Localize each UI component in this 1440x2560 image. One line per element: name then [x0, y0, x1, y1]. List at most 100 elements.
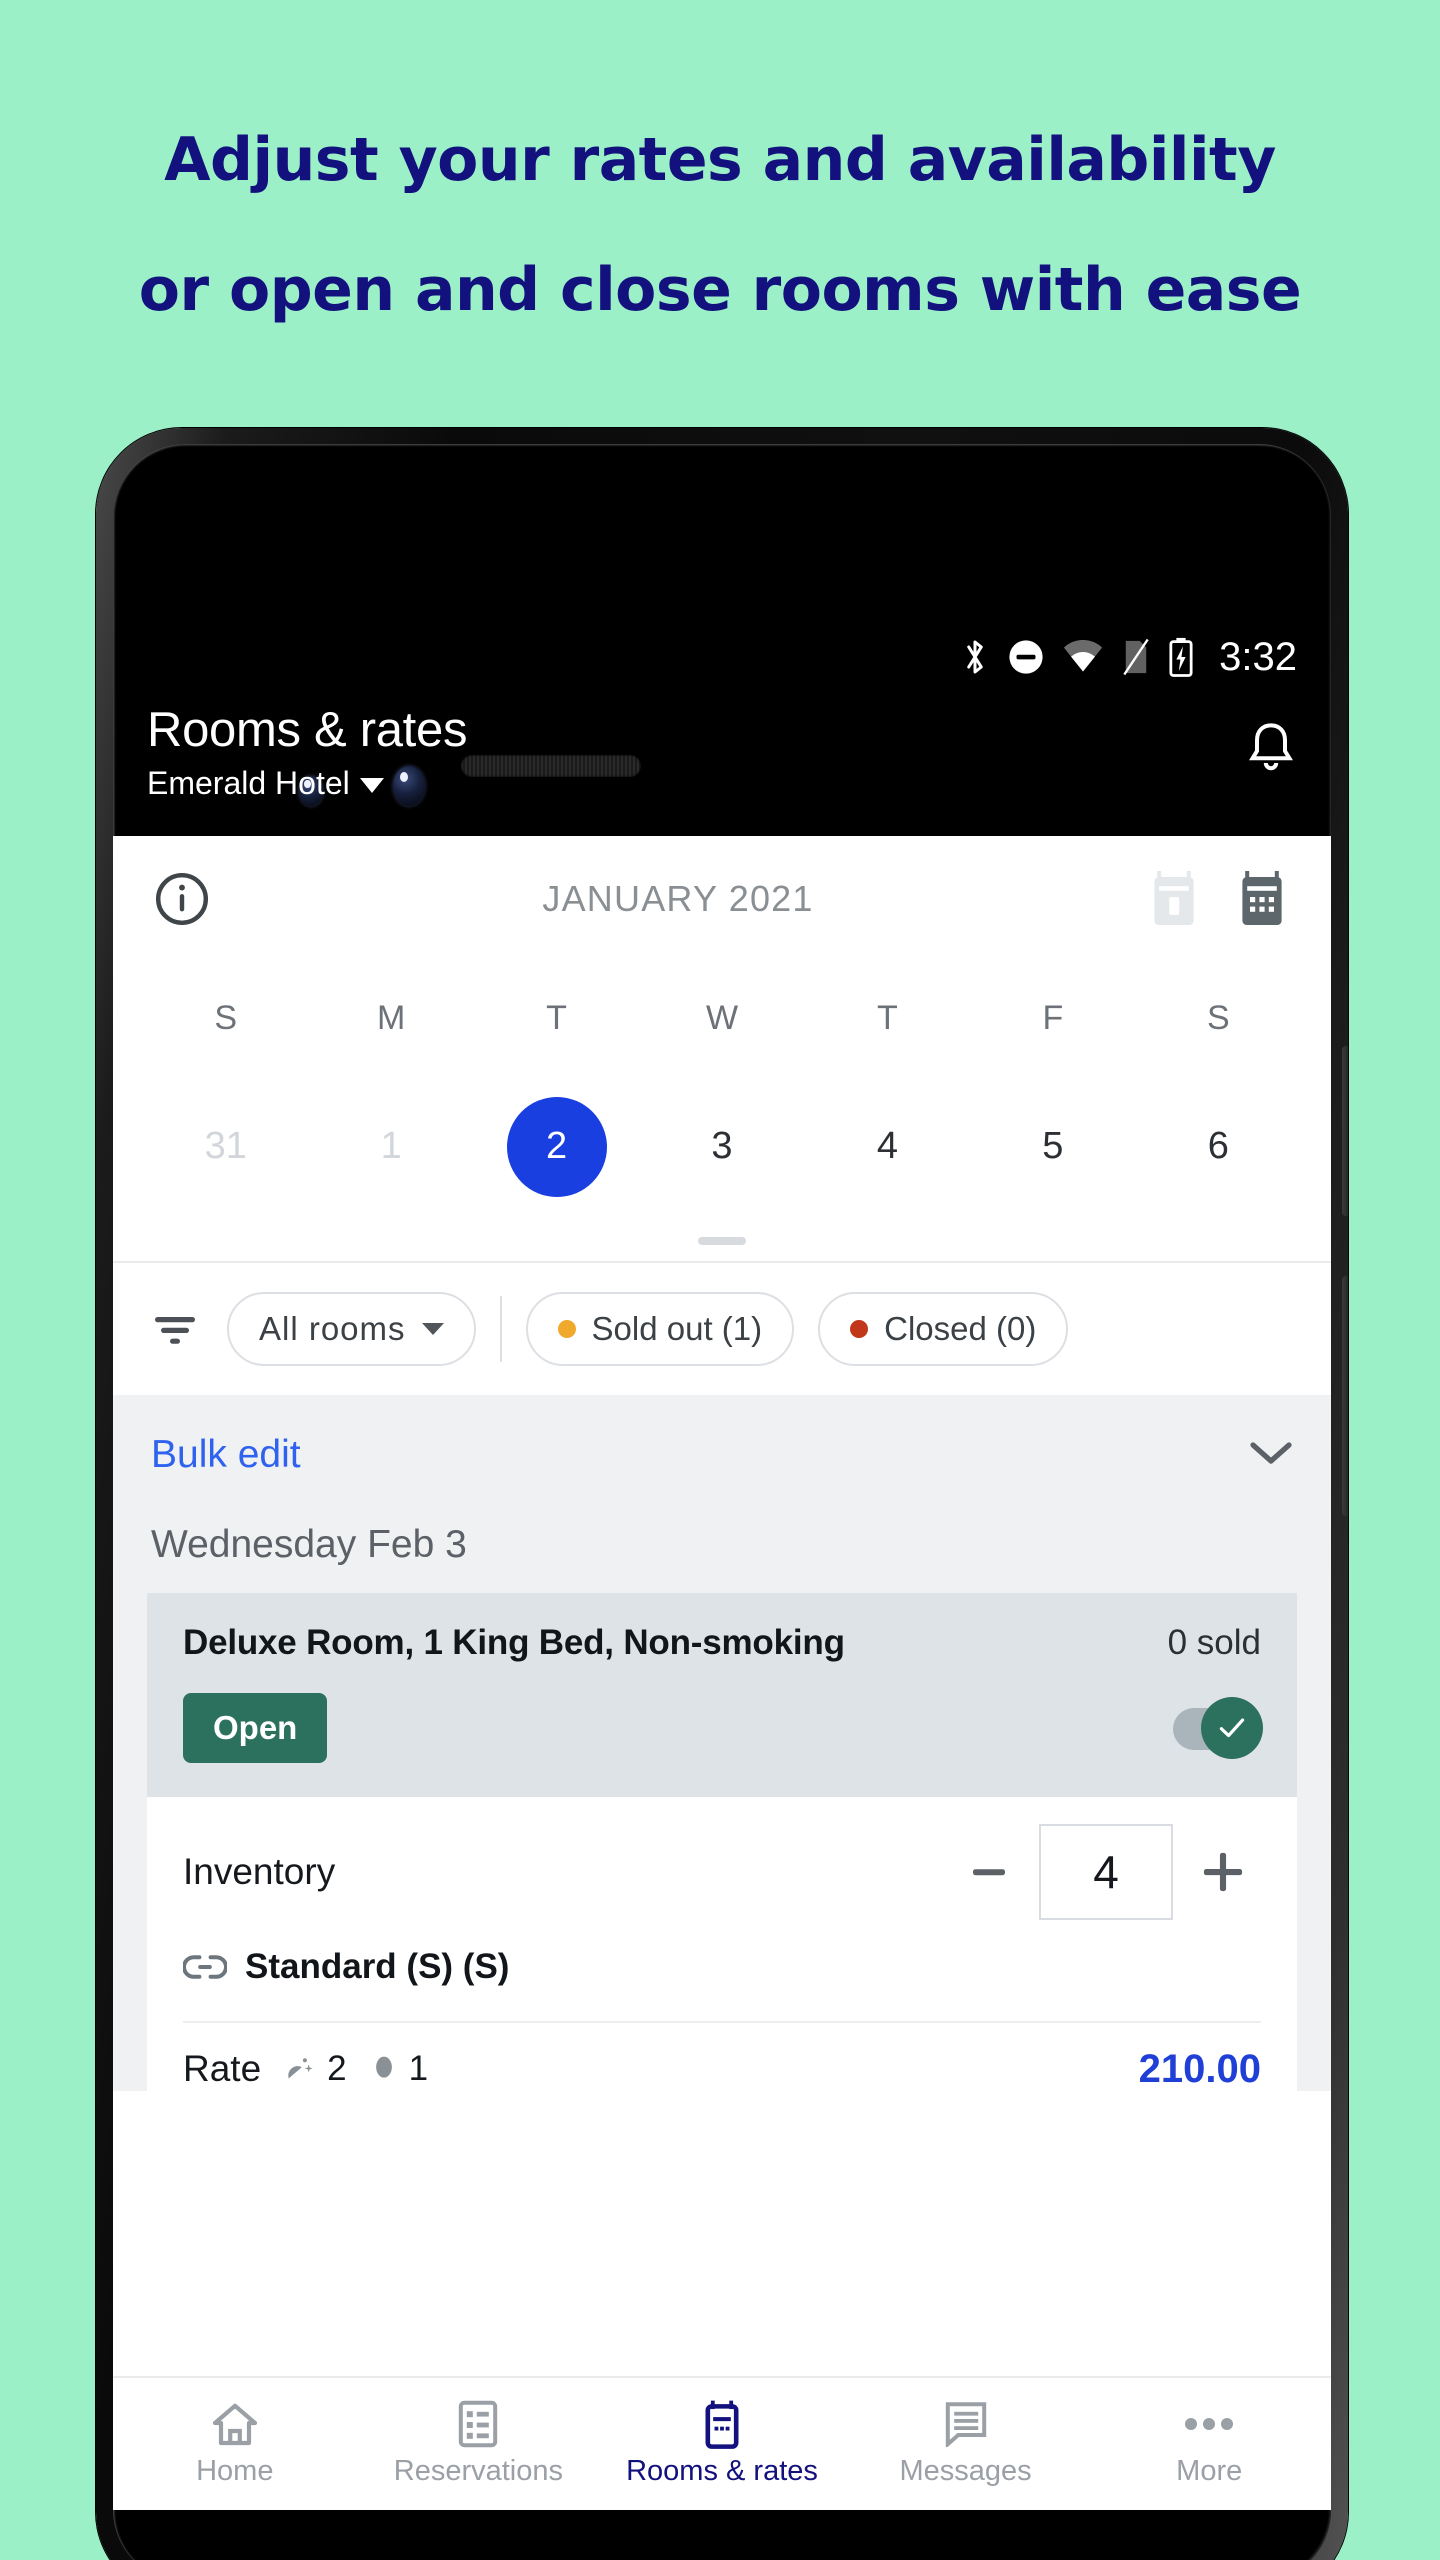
- system-gesture-bar: [113, 2510, 1331, 2560]
- calendar-header: JANUARY 2021: [113, 836, 1331, 962]
- weekday-label: F: [1042, 998, 1064, 1037]
- inventory-value[interactable]: 4: [1039, 1824, 1173, 1920]
- rate-price: 210.00: [1138, 2046, 1261, 2091]
- nav-item-messages[interactable]: Messages: [844, 2401, 1088, 2488]
- room-open-toggle[interactable]: [1157, 1697, 1263, 1759]
- sold-out-filter-chip[interactable]: Sold out (1): [525, 1292, 795, 1366]
- rate-plan-row[interactable]: Standard (S) (S): [183, 1947, 1261, 2021]
- notifications-button[interactable]: [1245, 721, 1297, 782]
- calendar-day-cell[interactable]: 3: [639, 1125, 804, 1168]
- calendar-day-cell-selected[interactable]: 2: [474, 1096, 639, 1197]
- wifi-icon: [1062, 640, 1104, 674]
- room-detail-panel: Inventory 4 Standard (S) (S) Rate 2 1 21…: [147, 1797, 1297, 2091]
- all-rooms-label: All rooms: [259, 1310, 406, 1347]
- all-rooms-filter-chip[interactable]: All rooms: [227, 1292, 476, 1366]
- calendar-info-button[interactable]: [151, 871, 213, 927]
- no-sim-icon: [1121, 638, 1151, 676]
- nav-label-rooms-rates: Rooms & rates: [626, 2454, 818, 2487]
- rate-children-count: 1: [408, 2049, 429, 2088]
- bottom-navigation-bar: Home Reservations Rooms & rates Messages…: [113, 2376, 1331, 2510]
- rate-row-label: Rate: [183, 2048, 262, 2089]
- nav-label-messages: Messages: [899, 2454, 1032, 2487]
- calendar-day-cell[interactable]: 31: [143, 1125, 308, 1168]
- calendar-month-label: JANUARY 2021: [542, 878, 814, 919]
- child-icon: [375, 2056, 392, 2078]
- calendar-icon: [699, 2400, 745, 2449]
- filter-button[interactable]: [147, 1309, 203, 1349]
- nav-item-more[interactable]: More: [1087, 2401, 1331, 2488]
- property-selector[interactable]: Emerald Hotel: [147, 759, 467, 807]
- calendar-day-row: 31 1 2 3 4 5 6: [113, 1074, 1331, 1219]
- list-icon: [456, 2400, 500, 2447]
- filter-icon: [155, 1317, 195, 1344]
- link-icon: [183, 1955, 227, 1979]
- app-bar: Rooms & rates Emerald Hotel: [113, 699, 1331, 819]
- nav-item-home[interactable]: Home: [113, 2401, 357, 2488]
- calendar-day-view-button[interactable]: [1143, 869, 1205, 929]
- filter-bar: All rooms Sold out (1) Closed (0): [113, 1263, 1331, 1395]
- bell-icon: [1249, 723, 1293, 771]
- calendar-month-view-button[interactable]: [1231, 869, 1293, 929]
- nav-label-more: More: [1176, 2454, 1243, 2487]
- bulk-edit-label: Bulk edit: [151, 1433, 301, 1476]
- calendar-day-cell[interactable]: 5: [970, 1125, 1135, 1168]
- rate-children: 1: [369, 2049, 428, 2089]
- status-bar: 3:32: [113, 622, 1331, 692]
- calendar-drag-handle[interactable]: [698, 1237, 746, 1245]
- caret-down-icon: [359, 777, 384, 793]
- weekday-label: T: [877, 998, 898, 1037]
- inventory-stepper: 4: [951, 1824, 1261, 1920]
- property-name: Emerald Hotel: [147, 765, 350, 801]
- calendar-day-view-icon: [1154, 871, 1194, 925]
- content-sheet: JANUARY 2021 S M T W T F S 31 1 2 3 4 5 …: [113, 836, 1331, 2496]
- nav-item-reservations[interactable]: Reservations: [357, 2400, 601, 2488]
- promo-headline-line1: Adjust your rates and availability: [164, 125, 1276, 195]
- weekday-label: T: [546, 998, 567, 1037]
- calendar-day-selected-label: 2: [506, 1096, 607, 1197]
- closed-label: Closed (0): [884, 1310, 1037, 1347]
- nav-label-reservations: Reservations: [393, 2454, 564, 2487]
- home-icon: [211, 2401, 259, 2447]
- bulk-edit-row[interactable]: Bulk edit: [113, 1395, 1331, 1515]
- more-dots-icon: [1183, 2401, 1235, 2447]
- rate-plan-name: Standard (S) (S): [245, 1947, 510, 1986]
- do-not-disturb-icon: [1007, 638, 1045, 676]
- room-sold-count: 0 sold: [1167, 1623, 1261, 1662]
- nav-item-rooms-rates[interactable]: Rooms & rates: [600, 2400, 844, 2488]
- inventory-row: Inventory 4: [183, 1797, 1261, 1947]
- chevron-down-icon: [1250, 1441, 1292, 1464]
- minus-icon: [973, 1869, 1005, 1876]
- closed-filter-chip[interactable]: Closed (0): [818, 1292, 1069, 1366]
- phone-side-button-volume: [1342, 1276, 1348, 1516]
- page-title: Rooms & rates: [147, 703, 468, 757]
- status-bar-clock: 3:32: [1219, 634, 1297, 679]
- room-name: Deluxe Room, 1 King Bed, Non-smoking: [183, 1623, 845, 1662]
- weekday-label: S: [1206, 998, 1230, 1037]
- bluetooth-icon: [960, 637, 990, 677]
- inventory-decrement-button[interactable]: [951, 1834, 1027, 1910]
- room-card-header[interactable]: Deluxe Room, 1 King Bed, Non-smoking 0 s…: [147, 1593, 1297, 1797]
- closed-status-dot: [850, 1320, 869, 1338]
- chevron-down-icon: [421, 1323, 444, 1335]
- inventory-increment-button[interactable]: [1185, 1834, 1261, 1910]
- info-icon: [155, 872, 209, 926]
- message-icon: [943, 2401, 989, 2447]
- rate-row[interactable]: Rate 2 1 210.00: [183, 2021, 1261, 2091]
- room-list-section: Bulk edit Wednesday Feb 3 Deluxe Room, 1…: [113, 1395, 1331, 2091]
- day-date-label: Wednesday Feb 3: [151, 1523, 467, 1566]
- calendar-day-cell[interactable]: 4: [805, 1125, 970, 1168]
- check-icon: [1219, 1718, 1245, 1738]
- inventory-label: Inventory: [183, 1851, 336, 1892]
- phone-screen-container: 3:32 Rooms & rates Emerald Hotel JANUARY…: [113, 444, 1331, 2560]
- plus-icon: [1203, 1852, 1243, 1892]
- calendar-weekday-row: S M T W T F S: [113, 962, 1331, 1074]
- sold-out-label: Sold out (1): [591, 1310, 763, 1347]
- sold-out-status-dot: [557, 1320, 576, 1338]
- rate-adults: 2: [283, 2049, 347, 2089]
- phone-mockup: 3:32 Rooms & rates Emerald Hotel JANUARY…: [96, 428, 1348, 2560]
- calendar-day-cell[interactable]: 6: [1136, 1125, 1301, 1168]
- calendar-day-cell[interactable]: 1: [308, 1125, 473, 1168]
- bulk-edit-expand-button[interactable]: [1249, 1439, 1293, 1472]
- adults-icon: [288, 2058, 313, 2079]
- calendar-month-view-icon: [1242, 871, 1282, 925]
